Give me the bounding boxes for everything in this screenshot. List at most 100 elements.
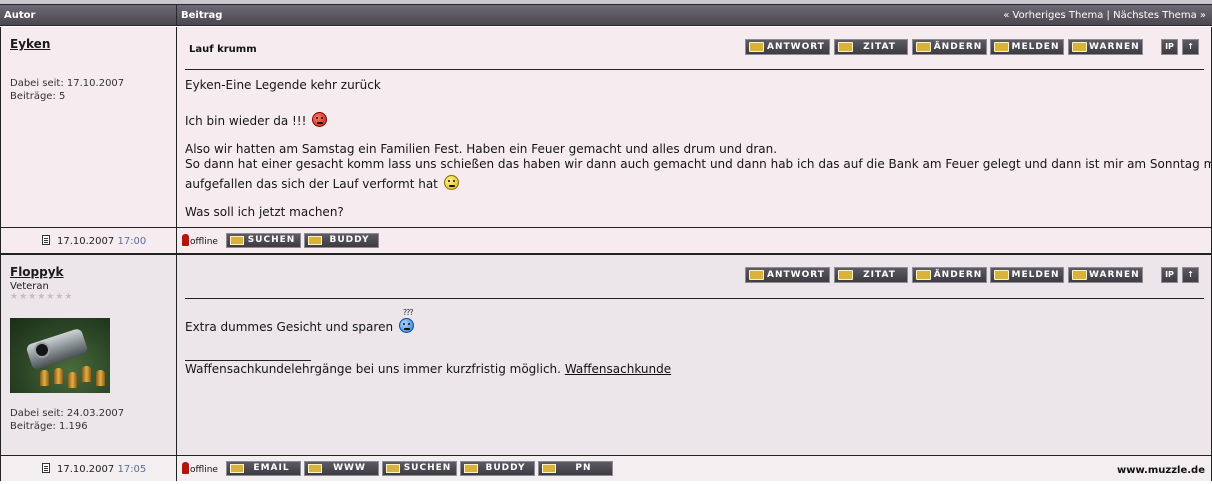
post-1-footer: 17.10.2007 17:00 offline SUCHEN BUDDY [0,227,1212,253]
document-icon [42,235,50,245]
post-line-4: So dann hat einer gesacht komm lass uns … [185,157,1212,171]
signature-divider [185,360,311,361]
offline-figure-icon [182,462,189,474]
search-posts-button[interactable]: SUCHEN [382,461,457,476]
nav-separator: | [1106,10,1110,21]
quote-icon [838,42,853,52]
post-count: Beiträge: 5 [10,91,66,102]
quote-button[interactable]: ZITAT [834,267,908,283]
post-content-panel: ANTWORT ZITAT ÄNDERN MELDEN WARNEN IP ↑ … [177,255,1212,455]
avatar-bullet [54,368,63,384]
quote-icon [838,270,853,280]
email-button[interactable]: EMAIL [226,461,301,476]
confused-yellow-smiley-icon [443,175,459,190]
signature-link[interactable]: Waffensachkunde [565,362,671,376]
ip-button[interactable]: IP [1161,39,1178,55]
warning-triangle-icon [994,270,1009,280]
avatar-bullet [96,370,105,386]
edit-icon [916,42,931,52]
avatar-bullet [82,366,91,382]
warn-button[interactable]: WARNEN [1068,39,1143,55]
author-rank: Veteran [10,281,49,292]
next-thread-link[interactable]: Nächstes Thema » [1113,10,1206,21]
online-status: offline [182,234,218,247]
email-icon [230,464,244,473]
warning-triangle-icon [994,42,1009,52]
site-url: www.muzzle.de [1116,465,1205,476]
post-divider [185,298,1204,299]
avatar-bullet [40,370,49,386]
post-footer-actions: offline EMAIL WWW SUCHEN BUDDY PN www.mu… [177,456,1212,481]
reply-icon [749,270,764,280]
post-count: Beiträge: 1.196 [10,421,88,432]
warn-button[interactable]: WARNEN [1068,267,1143,283]
author-stats: Dabei seit: 24.03.2007 Beiträge: 1.196 [10,407,124,433]
post-2-footer: 17.10.2007 17:05 offline EMAIL WWW SUCHE… [0,455,1212,481]
post-subject: Lauf krumm [189,44,257,55]
back-to-top-button[interactable]: ↑ [1182,39,1199,55]
post-author-panel: Floppyk Veteran ★★★★★★★ Dabei seit: 24.0… [0,255,177,455]
search-icon [230,236,244,245]
post-content-panel: Lauf krumm ANTWORT ZITAT ÄNDERN MELDEN W… [177,27,1212,227]
quote-button[interactable]: ZITAT [834,39,908,55]
post-footer-actions: offline SUCHEN BUDDY [177,228,1212,253]
back-to-top-button[interactable]: ↑ [1182,267,1199,283]
avatar-muzzle-shape [34,342,50,358]
angry-red-smiley-icon [312,112,328,127]
post-2: Floppyk Veteran ★★★★★★★ Dabei seit: 24.0… [0,255,1212,455]
post-line-2: Ich bin wieder da !!! [185,112,328,128]
report-button[interactable]: MELDEN [990,267,1064,283]
signature: Waffensachkundelehrgänge bei uns immer k… [185,362,672,376]
home-icon [308,464,322,473]
search-icon [386,464,400,473]
warning-icon [1072,270,1087,280]
avatar-bullet [68,372,77,388]
thread-header-bar: Autor Beitrag « Vorheriges Thema | Nächs… [0,4,1212,26]
author-column-header: Autor [4,10,36,21]
rank-stars: ★★★★★★★ [10,292,74,302]
post-date-cell: 17.10.2007 17:00 [0,228,177,253]
reply-button[interactable]: ANTWORT [745,39,830,55]
buddy-icon [464,464,478,473]
author-stats: Dabei seit: 17.10.2007 Beiträge: 5 [10,77,124,103]
post-1: Eyken Dabei seit: 17.10.2007 Beiträge: 5… [0,27,1212,227]
avatar [10,318,110,393]
post-line-6: Was soll ich jetzt machen? [185,205,344,219]
member-since: Dabei seit: 17.10.2007 [10,78,125,89]
private-message-button[interactable]: PN [538,461,613,476]
edit-icon [916,270,931,280]
report-button[interactable]: MELDEN [990,39,1064,55]
post-timestamp: 17.10.2007 17:00 [57,236,147,247]
reply-button[interactable]: ANTWORT [745,267,830,283]
post-divider [185,69,1204,70]
post-column-header: Beitrag [181,10,223,21]
website-button[interactable]: WWW [304,461,379,476]
post-author-panel: Eyken Dabei seit: 17.10.2007 Beiträge: 5 [0,27,177,227]
post-line-5: aufgefallen das sich der Lauf verformt h… [185,175,459,191]
thread-navigation: « Vorheriges Thema | Nächstes Thema » [1003,10,1206,21]
buddy-button[interactable]: BUDDY [460,461,535,476]
edit-button[interactable]: ÄNDERN [912,39,987,55]
offline-figure-icon [182,234,189,246]
buddy-button[interactable]: BUDDY [304,233,379,248]
author-name-link[interactable]: Eyken [10,37,50,51]
document-icon [42,463,50,473]
message-icon [542,464,556,473]
buddy-icon [308,236,322,245]
post-timestamp: 17.10.2007 17:05 [57,464,147,475]
ip-button[interactable]: IP [1161,267,1178,283]
member-since: Dabei seit: 24.03.2007 [10,408,125,419]
edit-button[interactable]: ÄNDERN [912,267,987,283]
warning-icon [1072,42,1087,52]
online-status: offline [182,462,218,475]
reply-icon [749,42,764,52]
author-name-link[interactable]: Floppyk [10,265,64,279]
post-line-1: Extra dummes Gesicht und sparen ??? [185,308,414,334]
previous-thread-link[interactable]: « Vorheriges Thema [1003,10,1103,21]
post-line-1: Eyken-Eine Legende kehr zurück [185,78,381,92]
search-posts-button[interactable]: SUCHEN [226,233,301,248]
questioning-blue-smiley-icon: ??? [398,308,414,333]
post-line-3: Also wir hatten am Samstag ein Familien … [185,142,778,156]
post-date-cell: 17.10.2007 17:05 [0,456,177,481]
header-divider [176,5,177,25]
